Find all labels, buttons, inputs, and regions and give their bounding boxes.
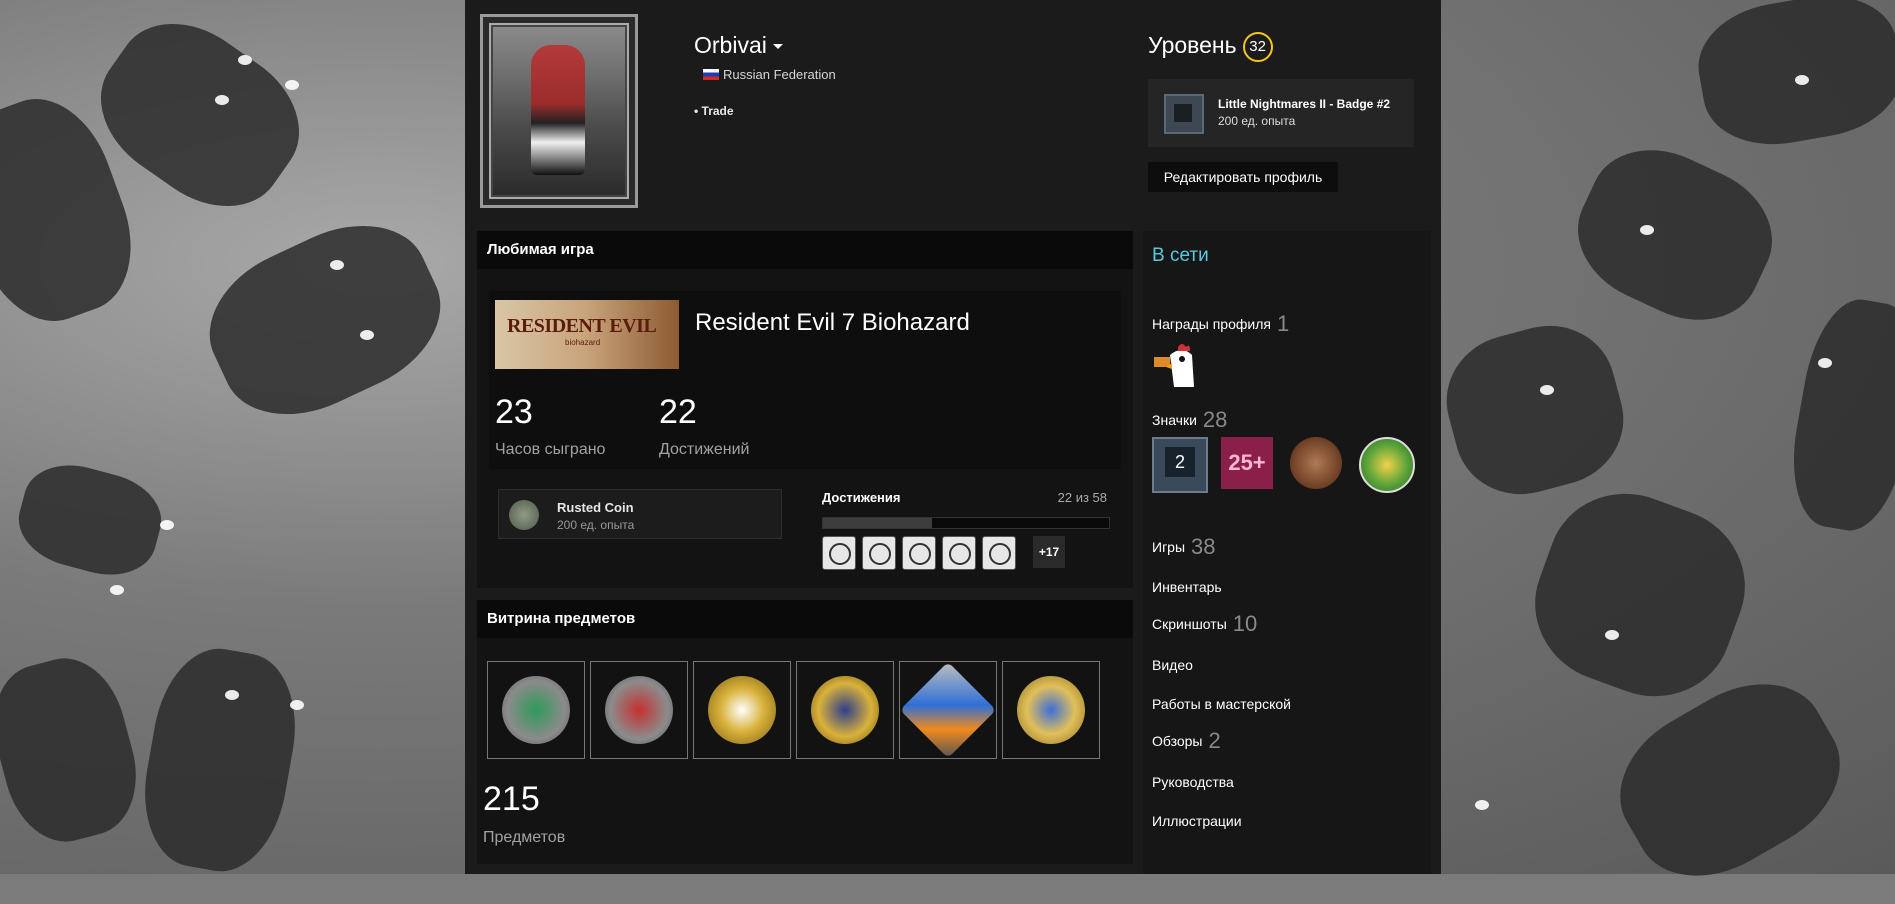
sidebar-link-workshop[interactable]: Работы в мастерской [1152,696,1291,712]
chicken-award-icon[interactable] [1152,341,1200,389]
achievement-icon[interactable] [982,536,1016,570]
favorite-game-card: RESIDENT EVIL biohazard Resident Evil 7 … [489,291,1121,469]
profile-awards-link[interactable]: Награды профиля 1 [1152,311,1289,337]
sidebar-link-reviews[interactable]: Обзоры 2 [1152,728,1221,754]
badge-level-2-icon[interactable]: 2 [1152,437,1208,493]
game-title[interactable]: Resident Evil 7 Biohazard [695,309,970,337]
sidebar-link-guides[interactable]: Руководства [1152,774,1234,790]
achievement-icon[interactable] [822,536,856,570]
coin-icon [605,676,673,744]
level-badge[interactable]: 32 [1242,32,1273,62]
chevron-down-icon[interactable] [772,44,783,50]
game-capsule-image[interactable]: RESIDENT EVIL biohazard [495,300,679,369]
cone-badge-icon[interactable] [1359,437,1415,493]
coin-icon [708,676,776,744]
avatar-image [493,27,625,195]
items-count-label: Предметов [483,829,566,846]
more-achievements-button[interactable]: +17 [1033,536,1065,568]
coin-icon [502,676,570,744]
item-showcase-header: Витрина предметов [477,600,1133,638]
showcase-item[interactable] [899,661,997,759]
badge-25-plus-icon[interactable]: 25+ [1221,437,1273,489]
showcase-item[interactable] [487,661,585,759]
achievement-icon[interactable] [862,536,896,570]
avatar[interactable] [480,14,638,208]
sidebar-link-screenshots[interactable]: Скриншоты 10 [1152,611,1257,637]
hours-played-label: Часов сыграно [495,441,606,458]
star-icon [811,676,879,744]
coin-icon [1017,676,1085,744]
favorite-badge[interactable]: Little Nightmares II - Badge #2 200 ед. … [1148,79,1414,147]
favorite-game-header: Любимая игра [477,231,1133,269]
profile-username[interactable]: Orbivai [694,32,783,59]
badge-icon [1164,94,1204,134]
online-status: В сети [1152,245,1209,266]
profile-page: Orbivai Russian Federation • Trade Урове… [465,0,1441,874]
game-badge[interactable]: Rusted Coin 200 ед. опыта [498,489,782,539]
showcase-item[interactable] [590,661,688,759]
item-showcase-panel: Витрина предметов [477,600,1133,864]
level-heading: Уровень 32 [1148,32,1273,62]
badges-link[interactable]: Значки 28 [1152,407,1227,433]
badge-xp: 200 ед. опыта [1218,114,1296,128]
badge-name: Little Nightmares II - Badge #2 [1218,97,1391,111]
favorite-game-panel: Любимая игра RESIDENT EVIL biohazard Res… [477,231,1133,588]
game-badge-name: Rusted Coin [557,500,634,515]
achievements-label: Достижений [659,441,750,458]
achievements-value: 22 [659,393,697,431]
coin-icon [899,661,997,759]
profile-summary: • Trade [694,104,734,118]
sidebar-link-games[interactable]: Игры 38 [1152,534,1216,560]
game-badge-xp: 200 ед. опыта [557,518,635,532]
hours-played-value: 23 [495,393,533,431]
russia-flag-icon [703,69,719,80]
sidebar-link-inventory[interactable]: Инвентарь [1152,579,1222,595]
profile-sidebar: В сети Награды профиля 1 Значки 28 2 25+ И… [1143,231,1431,874]
showcase-item[interactable] [1002,661,1100,759]
achievement-icon[interactable] [902,536,936,570]
items-count: 215 [483,780,540,818]
achievements-title: Достижения [822,490,901,505]
showcase-item[interactable] [796,661,894,759]
showcase-item[interactable] [693,661,791,759]
sidebar-link-artwork[interactable]: Иллюстрации [1152,813,1242,829]
achievements-progress-text: 22 из 58 [1057,490,1107,505]
achievement-icon[interactable] [942,536,976,570]
profile-country: Russian Federation [703,67,836,82]
edit-profile-button[interactable]: Редактировать профиль [1148,162,1338,192]
sidebar-link-videos[interactable]: Видео [1152,657,1193,673]
bear-badge-icon[interactable] [1290,437,1342,489]
coin-icon [509,500,539,530]
achievements-progress-bar [822,517,1110,529]
